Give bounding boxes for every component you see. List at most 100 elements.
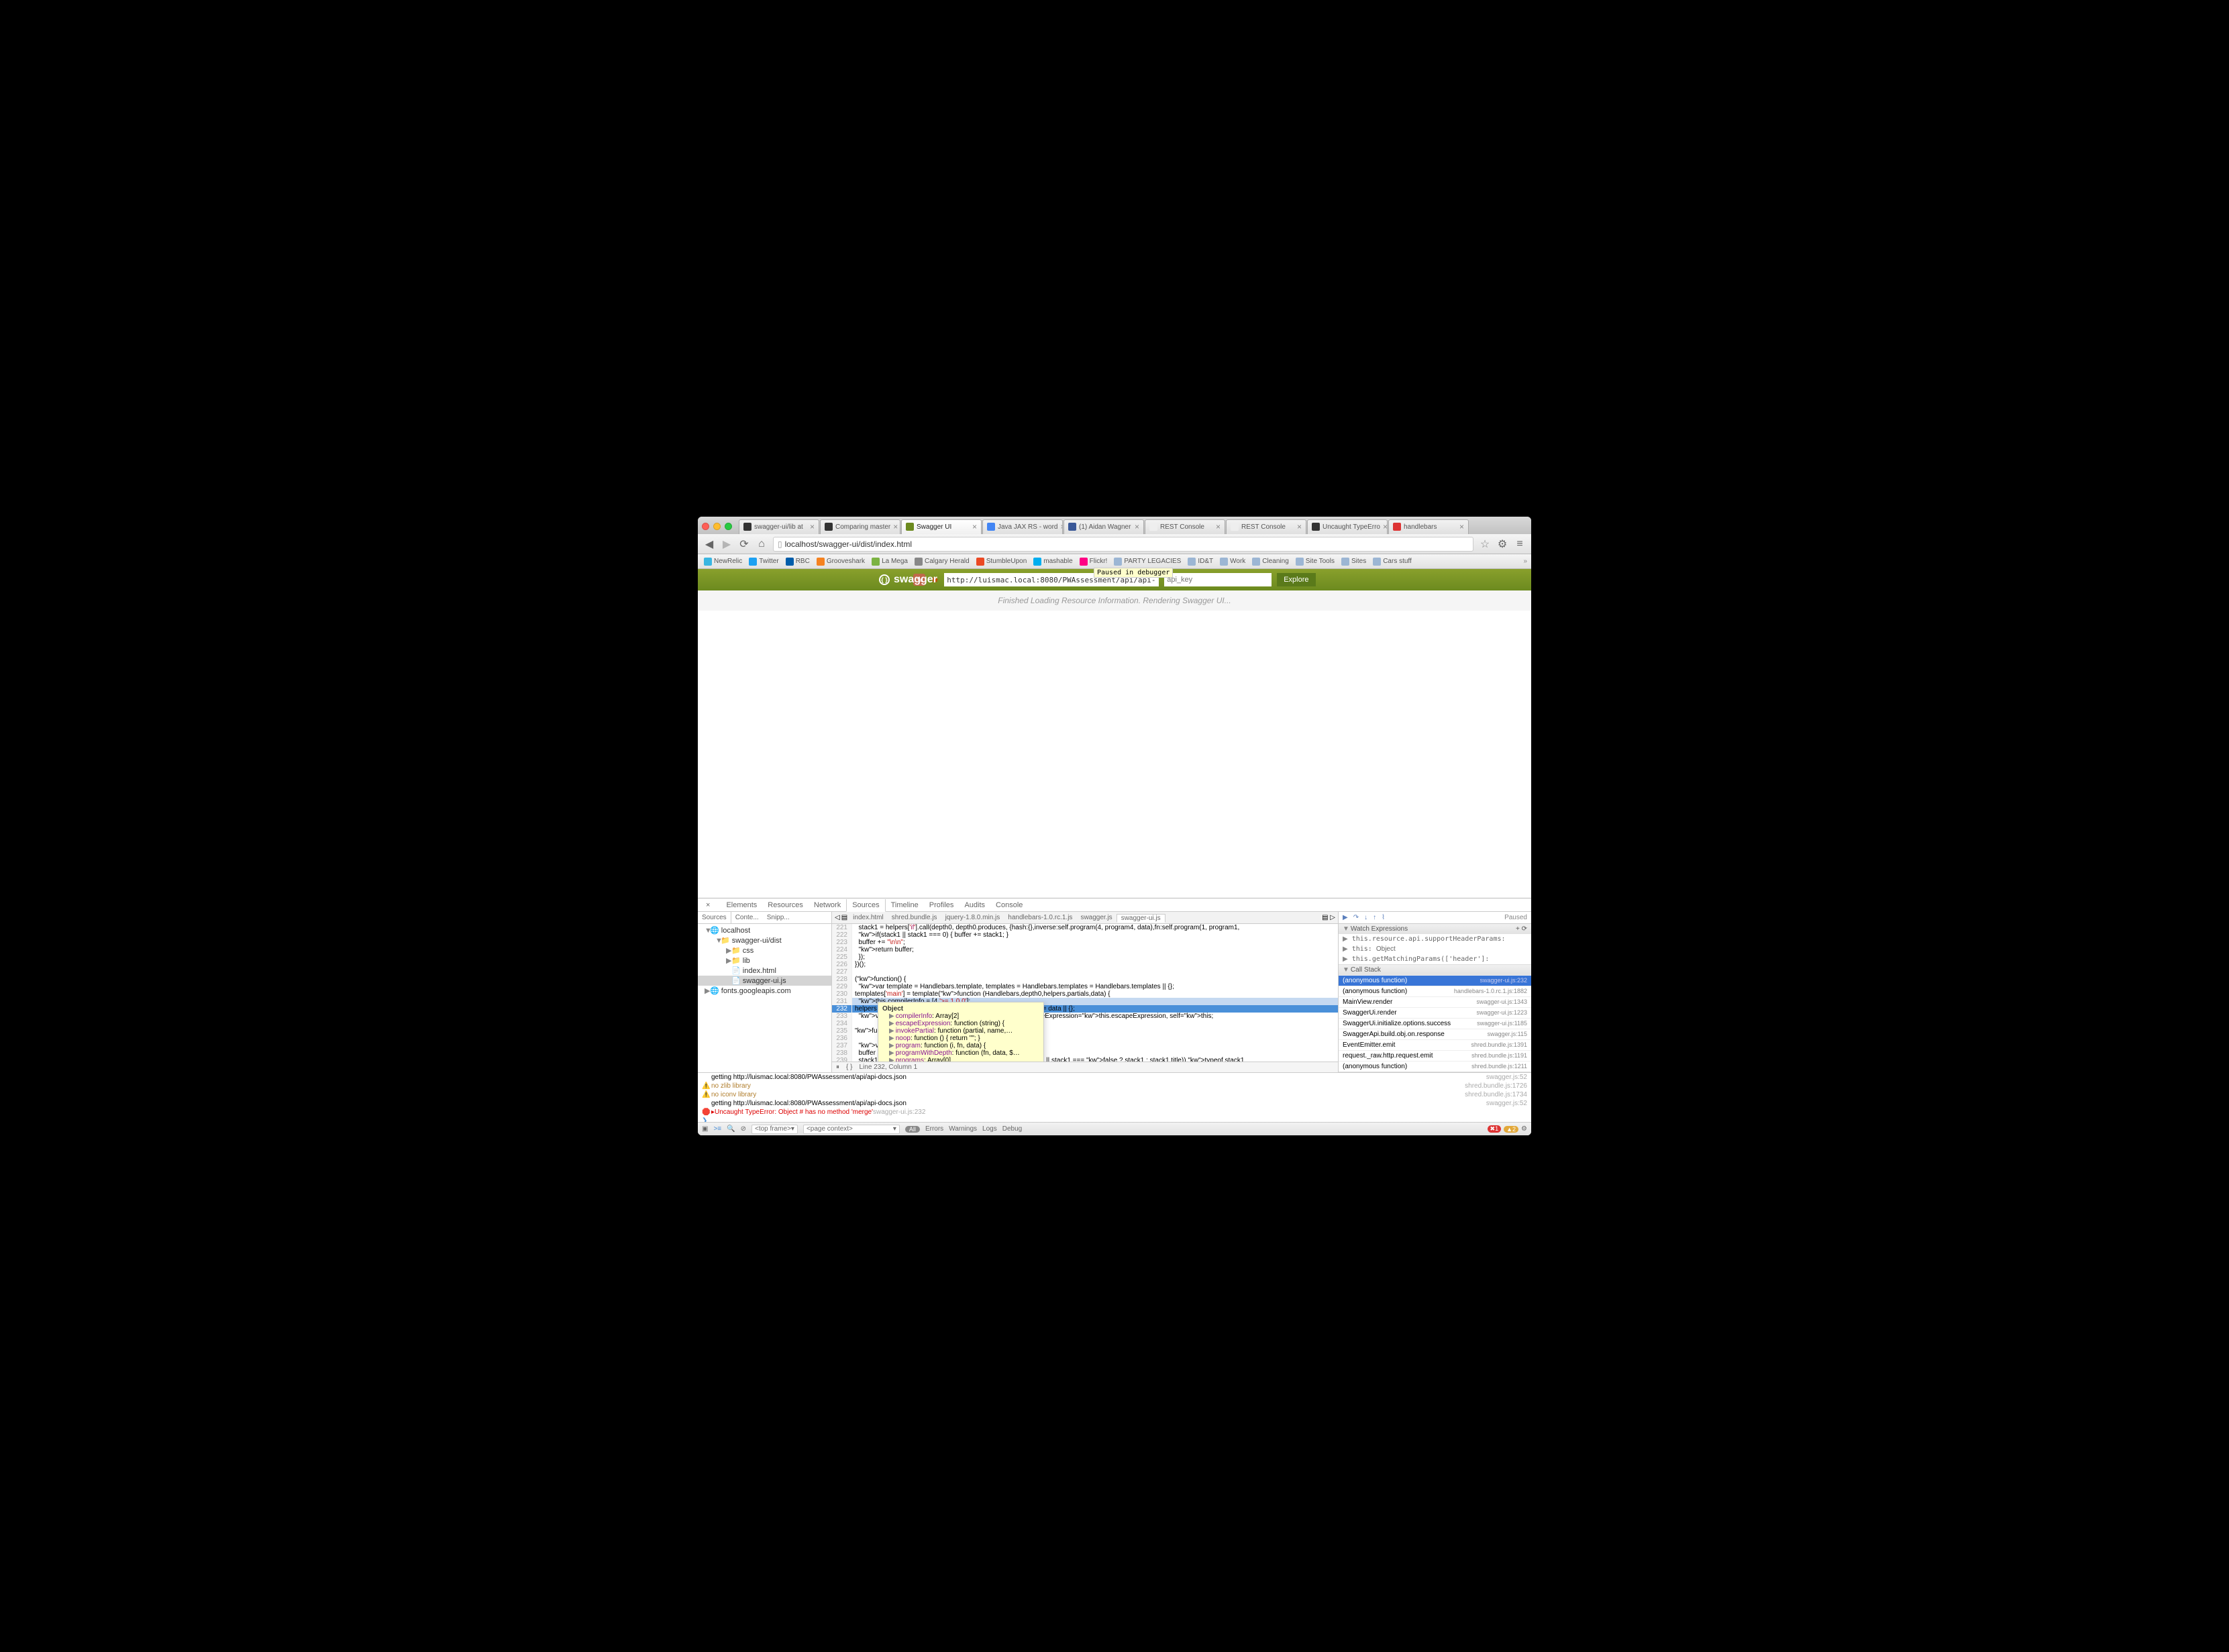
- bookmark-item[interactable]: La Mega: [870, 558, 910, 566]
- code-line[interactable]: 224 "kw">return buffer;: [832, 946, 1338, 953]
- back-button[interactable]: ◀: [703, 538, 715, 550]
- bookmark-item[interactable]: Site Tools: [1294, 558, 1337, 566]
- url-bar[interactable]: ▯ localhost/swagger-ui/dist/index.html: [773, 537, 1473, 552]
- bookmark-item[interactable]: Work: [1218, 558, 1247, 566]
- clear-icon[interactable]: ⊘: [741, 1125, 746, 1133]
- browser-tab[interactable]: handlebars×: [1388, 519, 1469, 534]
- browser-tab[interactable]: REST Console×: [1145, 519, 1225, 534]
- resume-icon[interactable]: ▶: [1343, 914, 1348, 921]
- console-prompt[interactable]: ❯: [698, 1117, 1531, 1122]
- bookmark-star-icon[interactable]: ☆: [1479, 538, 1491, 550]
- callstack-header[interactable]: ▼Call Stack: [1339, 965, 1531, 975]
- maximize-window-button[interactable]: [725, 523, 732, 530]
- bookmark-item[interactable]: Sites: [1339, 558, 1368, 566]
- filter-warnings[interactable]: Warnings: [949, 1125, 977, 1133]
- reload-button[interactable]: ⟳: [738, 538, 750, 550]
- browser-tab[interactable]: swagger-ui/lib at×: [739, 519, 819, 534]
- devtools-tab-profiles[interactable]: Profiles: [924, 898, 960, 911]
- file-tab[interactable]: index.html: [849, 914, 888, 922]
- browser-tab[interactable]: (1) Aidan Wagner×: [1064, 519, 1144, 534]
- code-line[interactable]: 226})();: [832, 961, 1338, 968]
- browser-tab[interactable]: Swagger UI×: [901, 519, 982, 534]
- code-line[interactable]: 227: [832, 968, 1338, 976]
- callstack-frame[interactable]: MainView.renderswagger-ui.js:1343: [1339, 996, 1531, 1007]
- bookmark-item[interactable]: ID&T: [1186, 558, 1215, 566]
- file-tabs-list-icon[interactable]: ▤: [841, 914, 847, 921]
- devtools-tab-network[interactable]: Network: [809, 898, 846, 911]
- menu-icon[interactable]: ≡: [1514, 538, 1526, 550]
- callstack-frame[interactable]: (anonymous function)shred.bundle.js:1211: [1339, 1061, 1531, 1072]
- tree-folder-css[interactable]: ▶📁 css: [698, 945, 831, 956]
- tab-close-icon[interactable]: ×: [1216, 522, 1221, 531]
- tree-domain-fonts[interactable]: ▶🌐 fonts.googleapis.com: [698, 986, 831, 996]
- bookmark-item[interactable]: Flickr!: [1078, 558, 1110, 566]
- devtools-tab-console[interactable]: Console: [990, 898, 1028, 911]
- add-watch-icon[interactable]: +: [1516, 925, 1520, 933]
- swagger-apikey-input[interactable]: [1164, 573, 1272, 586]
- tab-close-icon[interactable]: ×: [1135, 522, 1139, 531]
- callstack-frame[interactable]: SwaggerUi.initialize.options.successswag…: [1339, 1018, 1531, 1029]
- dock-icon[interactable]: ▣: [702, 1125, 708, 1133]
- code-line[interactable]: 221 stack1 = helpers['if'].call(depth0, …: [832, 924, 1338, 931]
- watch-expression[interactable]: ▶ this.resource.api.supportHeaderParams:: [1339, 934, 1531, 944]
- code-line[interactable]: 229 "kw">var template = Handlebars.templ…: [832, 983, 1338, 990]
- tree-file-swaggerui[interactable]: 📄 swagger-ui.js: [698, 976, 831, 986]
- code-line[interactable]: 222 "kw">if(stack1 || stack1 === 0) { bu…: [832, 931, 1338, 939]
- bookmark-item[interactable]: NewRelic: [702, 558, 744, 566]
- braces-icon[interactable]: { }: [846, 1064, 852, 1071]
- code-line[interactable]: 223 buffer += "\n\n";: [832, 939, 1338, 946]
- code-line[interactable]: 225 });: [832, 953, 1338, 961]
- bookmark-item[interactable]: mashable: [1031, 558, 1074, 566]
- file-tab[interactable]: jquery-1.8.0.min.js: [941, 914, 1004, 922]
- error-count-badge[interactable]: ✖1: [1488, 1125, 1502, 1133]
- warning-count-badge[interactable]: ▲2: [1504, 1126, 1518, 1133]
- tab-close-icon[interactable]: ×: [1060, 522, 1063, 531]
- context-selector[interactable]: <page context>▾: [803, 1125, 900, 1134]
- tab-close-icon[interactable]: ×: [1383, 522, 1388, 531]
- search-icon[interactable]: 🔍: [727, 1125, 735, 1133]
- watch-expression[interactable]: ▶ this.getMatchingParams(['header']:: [1339, 954, 1531, 964]
- callstack-frame[interactable]: (anonymous function)handlebars-1.0.rc.1.…: [1339, 986, 1531, 996]
- tree-folder-dist[interactable]: ▼📁 swagger-ui/dist: [698, 935, 831, 945]
- console-toggle-icon[interactable]: >≡: [713, 1125, 721, 1133]
- browser-tab[interactable]: REST Console×: [1226, 519, 1306, 534]
- devtools-tab-audits[interactable]: Audits: [959, 898, 990, 911]
- file-tab[interactable]: swagger-ui.js: [1117, 914, 1165, 923]
- tab-close-icon[interactable]: ×: [1297, 522, 1302, 531]
- browser-tab[interactable]: Uncaught TypeErro×: [1307, 519, 1388, 534]
- callstack-frame[interactable]: SwaggerUi.renderswagger-ui.js:1223: [1339, 1007, 1531, 1018]
- code-editor[interactable]: 221 stack1 = helpers['if'].call(depth0, …: [832, 924, 1338, 1062]
- bookmarks-overflow-icon[interactable]: »: [1523, 558, 1527, 565]
- browser-tab[interactable]: Java JAX RS - word×: [982, 519, 1063, 534]
- file-tabs-more-icon[interactable]: ▤ ▷: [1322, 914, 1335, 921]
- callstack-frame[interactable]: (anonymous function)swagger-ui.js:232: [1339, 975, 1531, 986]
- file-tab[interactable]: handlebars-1.0.rc.1.js: [1004, 914, 1076, 922]
- tab-close-icon[interactable]: ×: [893, 522, 898, 531]
- frame-selector[interactable]: <top frame> ▾: [751, 1125, 798, 1134]
- callstack-frame[interactable]: request._raw.http.request.emitshred.bund…: [1339, 1050, 1531, 1061]
- refresh-watch-icon[interactable]: ⟳: [1522, 925, 1527, 933]
- tab-close-icon[interactable]: ×: [972, 522, 977, 531]
- tab-close-icon[interactable]: ×: [1459, 522, 1464, 531]
- bookmark-item[interactable]: Grooveshark: [815, 558, 867, 566]
- bookmark-item[interactable]: Calgary Herald: [913, 558, 972, 566]
- bookmark-item[interactable]: Cleaning: [1250, 558, 1290, 566]
- sidebar-tab-sources[interactable]: Sources: [698, 912, 731, 923]
- explore-button[interactable]: Explore: [1277, 573, 1315, 586]
- callstack-frame[interactable]: SwaggerApi.build.obj.on.responseswagger.…: [1339, 1029, 1531, 1039]
- devtools-tab-timeline[interactable]: Timeline: [886, 898, 924, 911]
- bookmark-item[interactable]: RBC: [784, 558, 812, 566]
- devtools-tab-elements[interactable]: Elements: [721, 898, 762, 911]
- minimize-window-button[interactable]: [713, 523, 721, 530]
- bookmark-item[interactable]: Cars stuff: [1371, 558, 1414, 566]
- devtools-close-icon[interactable]: ×: [701, 898, 715, 911]
- file-tabs-back-icon[interactable]: ◁: [835, 914, 840, 921]
- file-tab[interactable]: swagger.js: [1076, 914, 1116, 922]
- tree-folder-lib[interactable]: ▶📁 lib: [698, 956, 831, 966]
- tree-file-index[interactable]: 📄 index.html: [698, 966, 831, 976]
- step-out-icon[interactable]: ↑: [1373, 914, 1376, 921]
- bookmark-item[interactable]: Twitter: [747, 558, 780, 566]
- filter-logs[interactable]: Logs: [982, 1125, 997, 1133]
- bookmark-item[interactable]: StumbleUpon: [974, 558, 1029, 566]
- tree-domain[interactable]: ▼🌐 localhost: [698, 925, 831, 935]
